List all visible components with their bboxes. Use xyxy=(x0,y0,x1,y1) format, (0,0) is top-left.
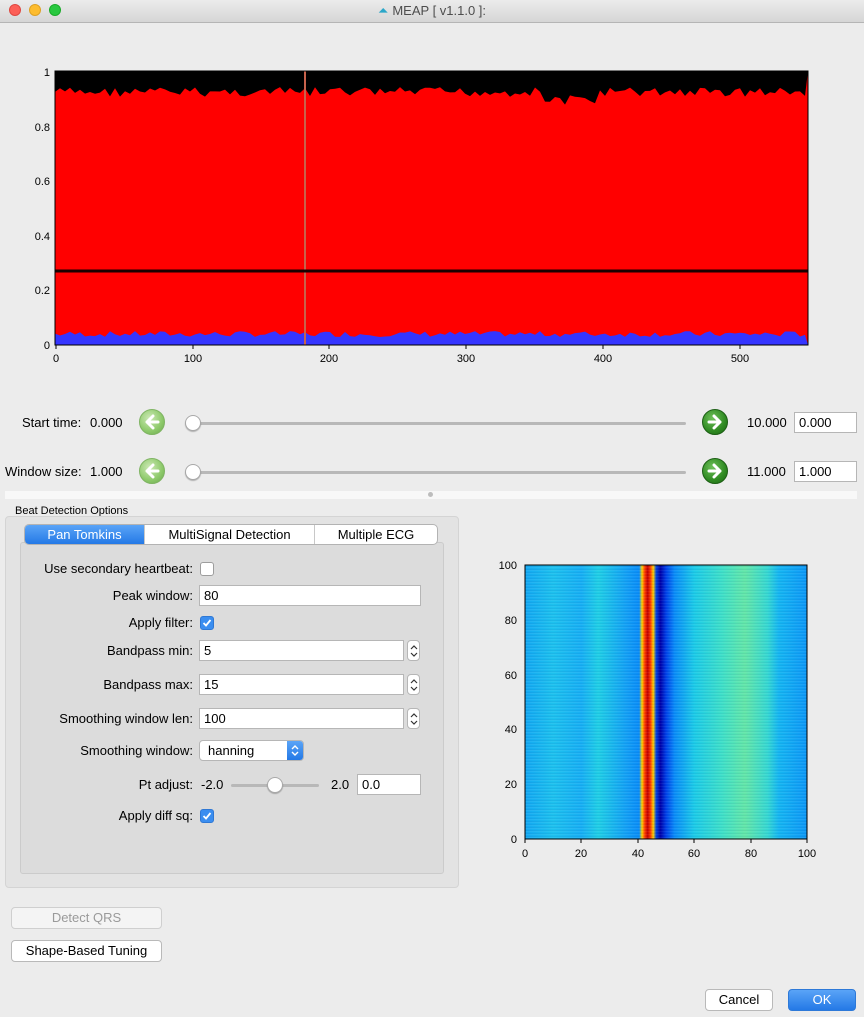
arrow-left-icon xyxy=(145,414,160,430)
x-tick-label: 20 xyxy=(575,848,587,860)
tab-multiple-ecg[interactable]: Multiple ECG xyxy=(315,525,437,544)
smoothing-window-value: hanning xyxy=(208,743,255,758)
window-size-value: 1.000 xyxy=(90,464,123,479)
y-tick-label: 80 xyxy=(505,615,517,627)
bandpass-min-label: Bandpass min: xyxy=(107,643,193,658)
smoothing-window-label: Smoothing window: xyxy=(80,743,193,758)
stepper-arrows-icon xyxy=(410,713,418,725)
y-tick-label: 0.6 xyxy=(35,176,50,188)
apply-filter-label: Apply filter: xyxy=(128,615,193,630)
pt-adjust-label: Pt adjust: xyxy=(138,777,193,792)
window-size-forward-button[interactable] xyxy=(702,458,728,484)
start-time-input[interactable]: 0.000 xyxy=(794,412,857,433)
use-secondary-checkbox[interactable] xyxy=(200,562,214,576)
x-tick-label: 500 xyxy=(731,353,749,365)
y-tick-label: 40 xyxy=(505,724,517,736)
x-tick-label: 300 xyxy=(457,353,475,365)
start-time-slider[interactable] xyxy=(185,422,686,425)
y-tick-label: 1 xyxy=(44,67,50,79)
start-time-value: 0.000 xyxy=(90,415,123,430)
x-tick-label: 0 xyxy=(53,353,59,365)
peak-window-input[interactable]: 80 xyxy=(199,585,421,606)
arrow-left-icon xyxy=(145,463,160,479)
apply-filter-checkbox[interactable] xyxy=(200,616,214,630)
checkmark-icon xyxy=(202,812,212,820)
arrow-right-icon xyxy=(707,414,722,430)
window-size-input[interactable]: 1.000 xyxy=(794,461,857,482)
window-size-back-button[interactable] xyxy=(139,458,165,484)
smoothing-len-label: Smoothing window len: xyxy=(59,711,193,726)
x-tick-label: 200 xyxy=(320,353,338,365)
start-time-forward-button[interactable] xyxy=(702,409,728,435)
start-time-label: Start time: xyxy=(22,415,82,430)
smoothing-window-select[interactable]: hanning xyxy=(199,740,304,761)
start-time-back-button[interactable] xyxy=(139,409,165,435)
pt-adjust-max: 2.0 xyxy=(331,777,350,792)
x-tick-label: 400 xyxy=(594,353,612,365)
y-tick-label: 100 xyxy=(499,560,517,572)
bandpass-max-stepper[interactable] xyxy=(407,674,420,695)
bandpass-max-label: Bandpass max: xyxy=(103,677,193,692)
x-tick-label: 80 xyxy=(745,848,757,860)
ok-button[interactable]: OK xyxy=(788,989,856,1011)
window-size-max: 11.000 xyxy=(747,464,786,479)
window-size-label: Window size: xyxy=(5,464,82,479)
y-tick-label: 60 xyxy=(505,670,517,682)
use-secondary-label: Use secondary heartbeat: xyxy=(44,561,193,576)
bandpass-max-input[interactable]: 15 xyxy=(199,674,404,695)
x-tick-label: 100 xyxy=(184,353,202,365)
splitter-grip-icon xyxy=(428,492,433,497)
bandpass-min-stepper[interactable] xyxy=(407,640,420,661)
smoothing-len-stepper[interactable] xyxy=(407,708,420,729)
x-tick-label: 40 xyxy=(632,848,644,860)
beat-heatmap: 0 20 40 60 80 100 0 20 40 60 80 100 xyxy=(499,560,817,860)
detect-qrs-button[interactable]: Detect QRS xyxy=(11,907,162,929)
tab-multisignal-detection[interactable]: MultiSignal Detection xyxy=(145,525,315,544)
app-logo-icon: ⏶ xyxy=(377,3,389,18)
y-tick-label: 0.8 xyxy=(35,122,50,134)
title-bar: ⏶ MEAP [ v1.1.0 ]: xyxy=(0,0,864,23)
window-size-slider[interactable] xyxy=(185,471,686,474)
shape-based-tuning-button[interactable]: Shape-Based Tuning xyxy=(11,940,162,962)
signal-plot: 0 0.2 0.4 0.6 0.8 1 0 100 200 300 400 50… xyxy=(35,67,809,365)
y-tick-label: 0.2 xyxy=(35,285,50,297)
y-tick-label: 20 xyxy=(505,779,517,791)
tab-pan-tomkins[interactable]: Pan Tomkins xyxy=(25,525,145,544)
stepper-arrows-icon xyxy=(410,645,418,657)
window-size-slider-knob[interactable] xyxy=(185,464,201,480)
dropdown-arrow-icon xyxy=(287,741,303,760)
pt-adjust-slider-knob[interactable] xyxy=(267,777,283,793)
y-tick-label: 0.4 xyxy=(35,231,50,243)
arrow-right-icon xyxy=(707,463,722,479)
window-title: ⏶ MEAP [ v1.1.0 ]: xyxy=(377,3,487,18)
checkmark-icon xyxy=(202,619,212,627)
x-tick-label: 100 xyxy=(798,848,816,860)
start-time-max: 10.000 xyxy=(747,415,787,430)
smoothing-len-input[interactable]: 100 xyxy=(199,708,404,729)
pt-adjust-input[interactable]: 0.0 xyxy=(357,774,421,795)
pt-adjust-min: -2.0 xyxy=(201,777,224,792)
signal-area xyxy=(55,71,808,345)
bandpass-min-input[interactable]: 5 xyxy=(199,640,404,661)
apply-diff-sq-checkbox[interactable] xyxy=(200,809,214,823)
x-tick-label: 60 xyxy=(688,848,700,860)
stepper-arrows-icon xyxy=(410,679,418,691)
peak-window-label: Peak window: xyxy=(112,588,193,603)
apply-diff-sq-label: Apply diff sq: xyxy=(118,808,193,823)
x-tick-label: 0 xyxy=(522,848,528,860)
start-time-slider-knob[interactable] xyxy=(185,415,201,431)
splitter-handle[interactable] xyxy=(5,491,857,499)
detection-tabs: Pan Tomkins MultiSignal Detection Multip… xyxy=(24,524,438,545)
cancel-button[interactable]: Cancel xyxy=(705,989,773,1011)
y-tick-label: 0 xyxy=(511,834,517,846)
y-tick-label: 0 xyxy=(44,340,50,352)
